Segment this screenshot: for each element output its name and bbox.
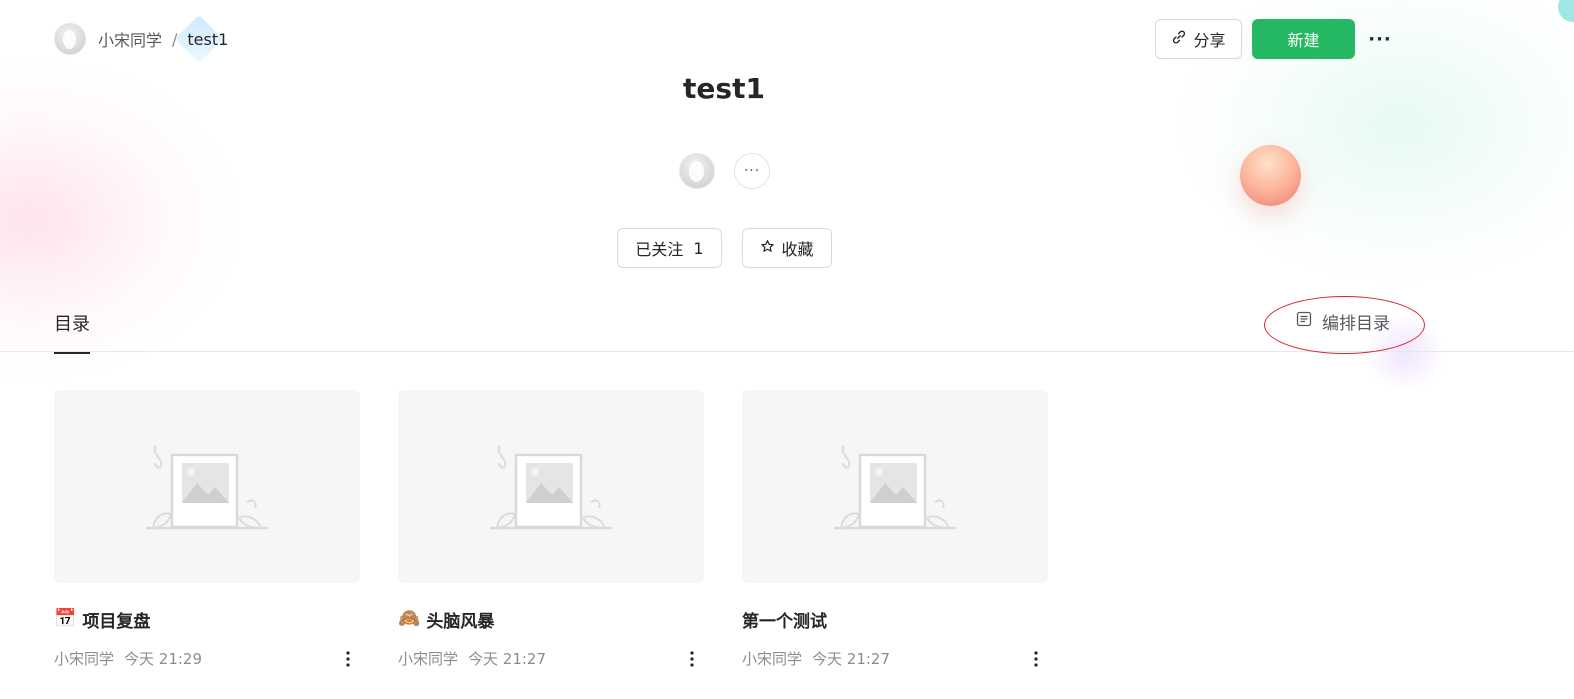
doc-more-icon[interactable] (686, 649, 698, 669)
doc-title[interactable]: 📅 项目复盘 (54, 606, 360, 632)
book-page: 小宋同学 / test1 分享 新建 ··· test1 ··· 已关注 1 收… (0, 0, 1574, 699)
owner-avatar[interactable] (54, 23, 86, 55)
doc-cover-placeholder (398, 390, 704, 583)
member-avatar[interactable] (679, 153, 715, 189)
calendar-emoji-icon: 📅 (54, 608, 77, 629)
image-placeholder-icon (145, 444, 269, 529)
new-button[interactable]: 新建 (1252, 19, 1355, 59)
doc-author: 小宋同学 (398, 650, 459, 668)
doc-title-text: 头脑风暴 (426, 611, 495, 632)
share-label: 分享 (1193, 31, 1226, 50)
tab-toc[interactable]: 目录 (54, 310, 90, 354)
doc-title-text: 项目复盘 (82, 611, 151, 632)
follow-count: 1 (693, 238, 704, 258)
tab-bar: 目录 编排目录 (0, 290, 1574, 354)
image-placeholder-icon (833, 444, 957, 529)
doc-time: 今天 21:27 (468, 650, 547, 668)
decorative-orb (1240, 145, 1301, 206)
doc-title[interactable]: 第一个测试 (742, 606, 1048, 632)
doc-more-icon[interactable] (1030, 649, 1042, 669)
doc-meta: 小宋同学 今天 21:27 (398, 648, 704, 669)
collect-button[interactable]: 收藏 (742, 228, 832, 268)
doc-card-list: 📅 项目复盘 小宋同学 今天 21:29 🙈 头脑风暴 小宋同学 今天 21:2… (54, 390, 1048, 669)
monkey-emoji-icon: 🙈 (398, 608, 421, 629)
follow-label: 已关注 (635, 240, 684, 259)
breadcrumb-separator: / (172, 29, 178, 49)
image-placeholder-icon (489, 444, 613, 529)
share-button[interactable]: 分享 (1155, 19, 1242, 59)
doc-card[interactable]: 📅 项目复盘 小宋同学 今天 21:29 (54, 390, 360, 669)
doc-more-icon[interactable] (342, 649, 354, 669)
header-actions: 分享 新建 ··· (1155, 19, 1391, 59)
doc-meta: 小宋同学 今天 21:29 (54, 648, 360, 669)
doc-author: 小宋同学 (54, 650, 115, 668)
member-list: ··· (679, 153, 770, 189)
book-actions: 已关注 1 收藏 (617, 228, 832, 268)
edit-toc-label: 编排目录 (1322, 314, 1390, 334)
doc-title-text: 第一个测试 (742, 611, 827, 632)
list-icon (1296, 311, 1312, 332)
doc-author: 小宋同学 (742, 650, 803, 668)
breadcrumb-owner[interactable]: 小宋同学 (98, 27, 162, 51)
doc-cover-placeholder (742, 390, 1048, 583)
collect-label: 收藏 (781, 240, 814, 259)
doc-time: 今天 21:29 (124, 650, 203, 668)
more-menu-icon[interactable]: ··· (1368, 19, 1391, 59)
follow-button[interactable]: 已关注 1 (617, 228, 722, 268)
doc-cover-placeholder (54, 390, 360, 583)
member-more-button[interactable]: ··· (734, 153, 770, 189)
doc-time: 今天 21:27 (812, 650, 891, 668)
page-title: test1 (683, 72, 765, 105)
star-icon (760, 239, 775, 258)
edit-toc-button[interactable]: 编排目录 (1296, 309, 1390, 334)
doc-card[interactable]: 第一个测试 小宋同学 今天 21:27 (742, 390, 1048, 669)
breadcrumb-current[interactable]: test1 (187, 30, 228, 49)
link-icon (1171, 29, 1187, 49)
doc-title[interactable]: 🙈 头脑风暴 (398, 606, 704, 632)
doc-meta: 小宋同学 今天 21:27 (742, 648, 1048, 669)
doc-card[interactable]: 🙈 头脑风暴 小宋同学 今天 21:27 (398, 390, 704, 669)
breadcrumb: 小宋同学 / test1 (54, 23, 228, 55)
